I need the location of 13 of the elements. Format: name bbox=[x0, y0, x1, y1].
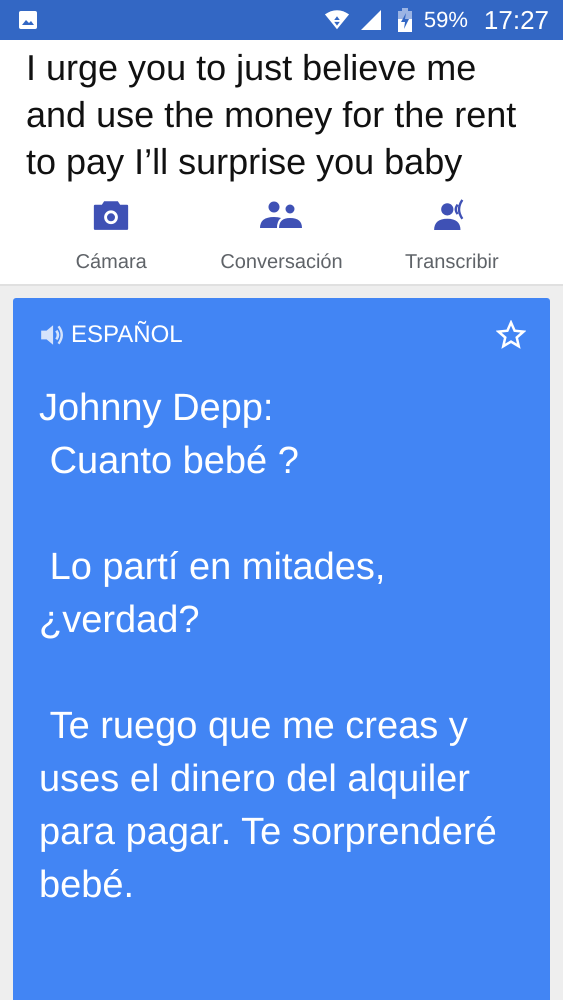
people-icon bbox=[259, 199, 304, 231]
battery-charging-icon bbox=[398, 8, 412, 32]
translated-text: Johnny Depp: Cuanto bebé ? Lo partí en mitades, ¿verdad? Te ruego que me creas y uses el dinero del alquiler para pagar. Te sorprenderé bebé. bbox=[39, 386, 498, 908]
transcribe-button[interactable]: Transcribir bbox=[366, 191, 537, 284]
wifi-icon bbox=[324, 9, 350, 31]
battery-level: 59% bbox=[424, 7, 468, 33]
conversation-button[interactable]: Conversación bbox=[196, 191, 367, 284]
image-icon bbox=[18, 10, 38, 30]
clock: 17:27 bbox=[484, 4, 549, 36]
star-icon[interactable] bbox=[496, 320, 526, 350]
listen-language-button[interactable]: ESPAÑOL bbox=[39, 321, 183, 349]
source-text: I urge you to just believe me and use the money for the rent to pay I’ll surprise you baby bbox=[25, 46, 518, 184]
camera-button[interactable]: Cámara bbox=[26, 191, 196, 284]
